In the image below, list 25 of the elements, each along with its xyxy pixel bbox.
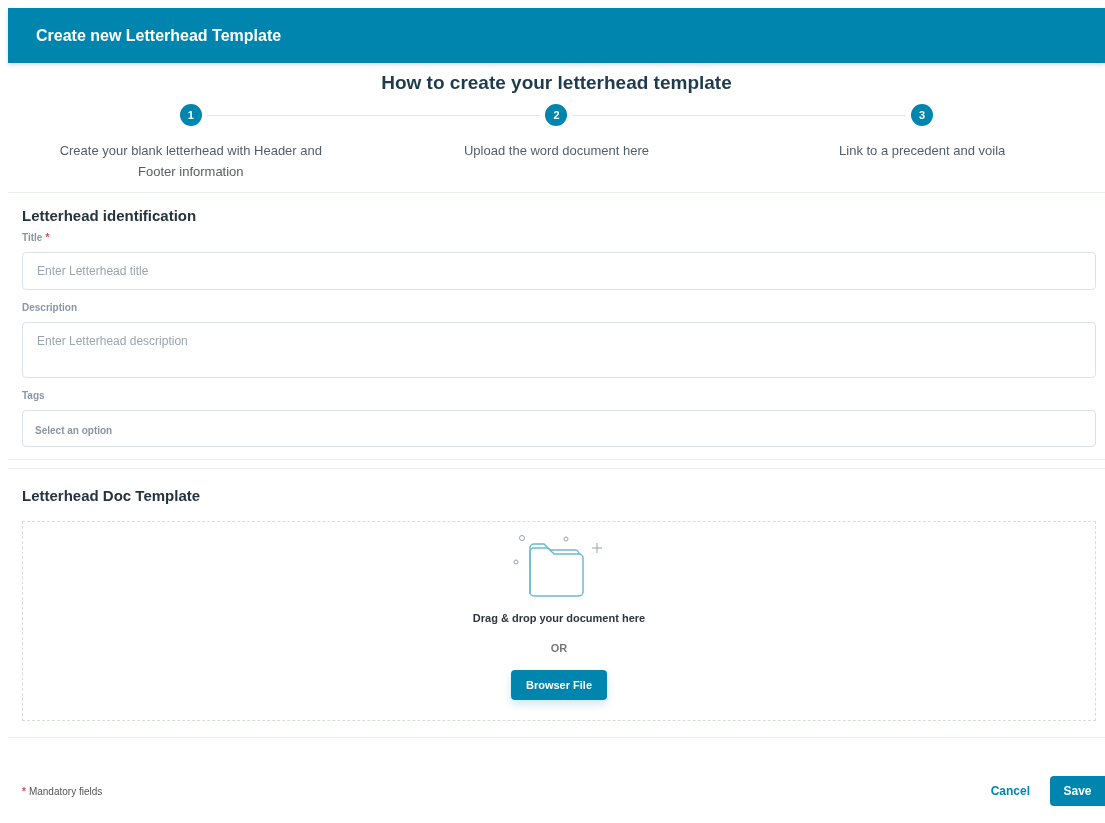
step-number: 1: [179, 104, 202, 126]
cancel-button[interactable]: Cancel: [984, 783, 1036, 799]
drop-instruction: Drag & drop your document here: [472, 612, 646, 624]
or-divider-text: OR: [550, 642, 568, 654]
step-number: 2: [545, 104, 568, 126]
step-text: Create your blank letterhead with Header and Footer information: [58, 142, 323, 181]
required-mark: *: [22, 785, 26, 797]
section-title: Letterhead identification: [22, 207, 198, 224]
field-label: Description: [22, 302, 77, 313]
step-text: Upload the word document here: [464, 142, 649, 160]
mandatory-note: Mandatory fields: [28, 785, 103, 797]
title-input[interactable]: Enter Letterhead title: [22, 252, 1096, 290]
step-text: Link to a precedent and voila: [839, 142, 1006, 160]
drop-zone[interactable]: Drag & drop your document here OR Browser File: [22, 521, 1096, 721]
browse-file-button[interactable]: Browser File: [511, 670, 607, 700]
save-button[interactable]: Save: [1050, 776, 1105, 806]
step-number: 3: [911, 104, 934, 126]
description-input[interactable]: Enter Letterhead description: [22, 322, 1096, 378]
tags-select[interactable]: Select an option: [22, 410, 1096, 447]
required-mark: *: [45, 232, 50, 243]
field-label: Title: [22, 232, 43, 243]
section-title: Letterhead Doc Template: [22, 487, 202, 504]
dialog-title: Create new Letterhead Template: [36, 26, 282, 45]
guide-title: How to create your letterhead template: [380, 72, 733, 94]
field-label: Tags: [22, 390, 45, 401]
